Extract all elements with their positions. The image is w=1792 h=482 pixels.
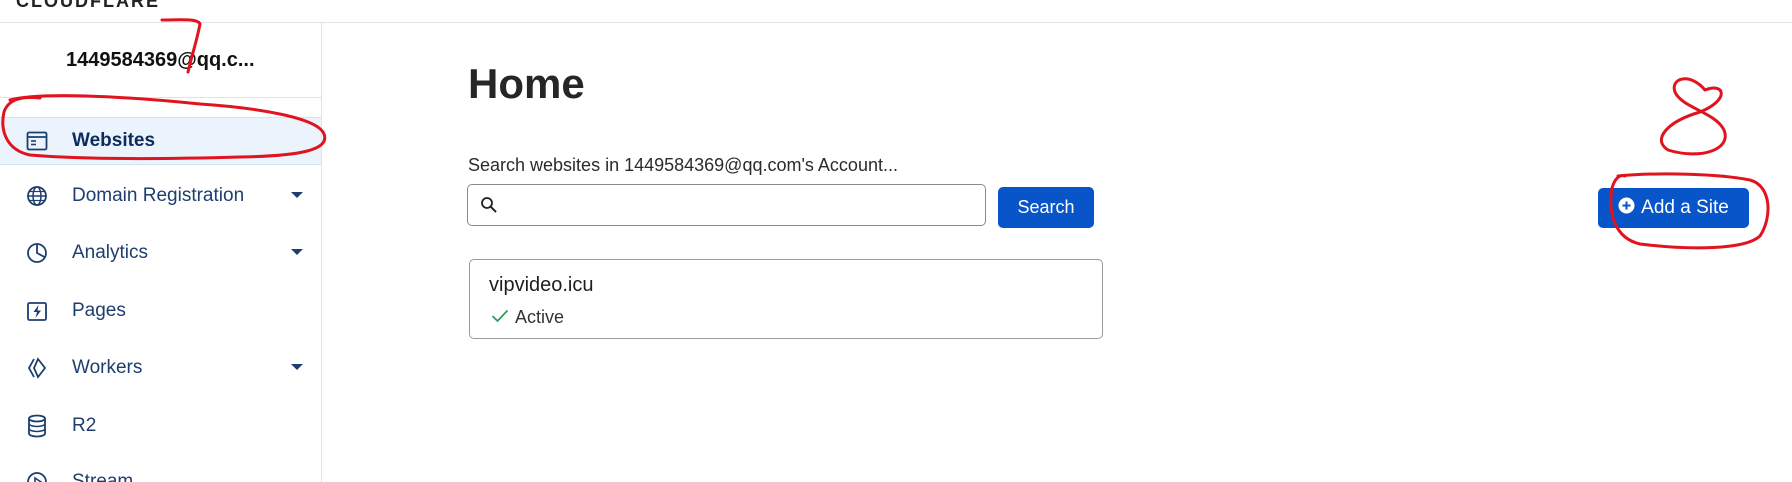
database-icon <box>24 413 50 439</box>
search-input[interactable] <box>506 189 980 223</box>
search-box[interactable] <box>467 184 986 226</box>
sidebar-item-r2[interactable]: R2 <box>0 403 321 449</box>
search-icon <box>480 196 498 219</box>
sidebar-item-pages[interactable]: Pages <box>0 288 321 334</box>
lightning-page-icon <box>24 298 50 324</box>
add-site-label: Add a Site <box>1641 197 1729 218</box>
chevron-down-icon[interactable] <box>291 192 303 198</box>
globe-icon <box>24 183 50 209</box>
add-site-button[interactable]: Add a Site <box>1598 188 1749 228</box>
sidebar-item-label: Workers <box>72 357 143 378</box>
site-card[interactable]: vipvideo.icu Active <box>469 259 1103 339</box>
account-name[interactable]: 1449584369@qq.c... <box>66 49 255 72</box>
page-title: Home <box>468 60 585 107</box>
search-button[interactable]: Search <box>998 187 1094 228</box>
sidebar-item-label: R2 <box>72 415 97 436</box>
sidebar-item-analytics[interactable]: Analytics <box>0 230 321 276</box>
sidebar: 1449584369@qq.c... Websites Domain Regis… <box>0 23 322 482</box>
plus-circle-icon <box>1618 197 1635 220</box>
pie-chart-icon <box>24 240 50 266</box>
sidebar-item-label: Stream <box>72 471 134 482</box>
sidebar-item-label: Pages <box>72 300 126 321</box>
site-domain[interactable]: vipvideo.icu <box>489 274 594 297</box>
chevron-down-icon[interactable] <box>291 249 303 255</box>
sidebar-item-label: Websites <box>72 130 156 151</box>
workers-icon <box>24 355 50 381</box>
sidebar-item-domain-registration[interactable]: Domain Registration <box>0 173 321 219</box>
site-status: Active <box>491 307 564 328</box>
page: CLOUDFLARE 1449584369@qq.c... Websites D… <box>0 0 1792 482</box>
top-bar: CLOUDFLARE <box>0 0 1792 23</box>
sidebar-item-websites[interactable]: Websites <box>0 117 321 165</box>
sidebar-item-label: Analytics <box>72 242 149 263</box>
play-circle-icon <box>24 469 50 482</box>
check-icon <box>491 307 509 328</box>
chevron-down-icon[interactable] <box>291 364 303 370</box>
search-caption: Search websites in 1449584369@qq.com's A… <box>468 155 898 175</box>
sidebar-item-stream[interactable]: Stream <box>0 459 321 482</box>
brand-logo-text[interactable]: CLOUDFLARE <box>16 0 160 12</box>
site-status-label: Active <box>515 307 565 327</box>
sidebar-divider <box>0 97 321 98</box>
annotation-number-eight <box>1660 77 1727 156</box>
sidebar-item-workers[interactable]: Workers <box>0 345 321 391</box>
sidebar-item-label: Domain Registration <box>72 185 245 206</box>
browser-window-icon <box>24 128 50 154</box>
